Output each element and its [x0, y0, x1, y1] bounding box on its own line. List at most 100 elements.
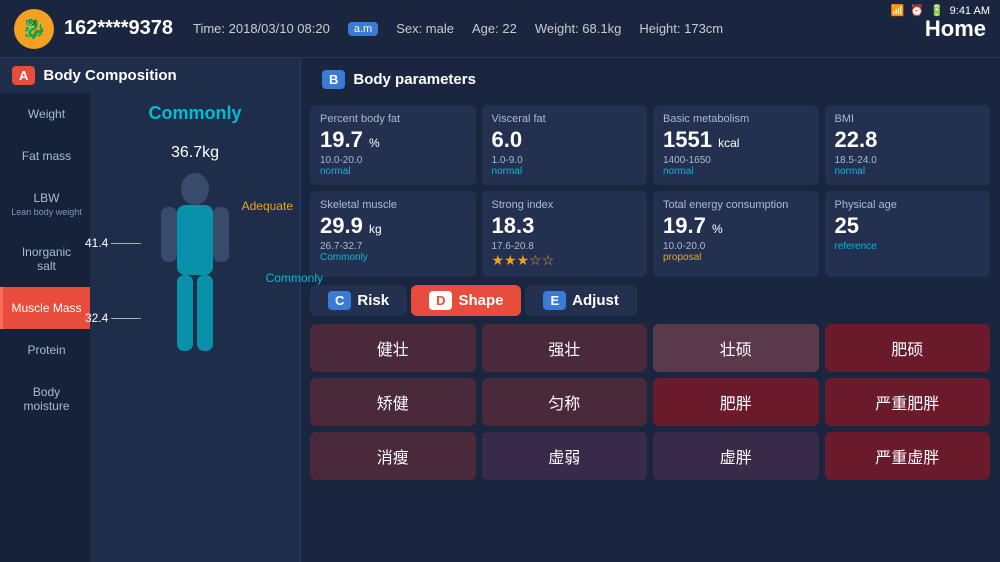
param-range-0: 10.0-20.0	[320, 155, 466, 166]
param-value-7: 25	[835, 213, 981, 239]
params-grid: Percent body fat 19.7 % 10.0-20.0 normal…	[310, 105, 990, 277]
param-title-2: Basic metabolism	[663, 113, 809, 125]
app-logo: 🐉	[14, 9, 54, 49]
marker-32: 32.4	[85, 311, 141, 325]
tab-shape[interactable]: D Shape	[411, 285, 521, 316]
tab-badge-d: D	[429, 291, 452, 310]
param-value-1: 6.0	[492, 127, 638, 153]
tab-shape-label: Shape	[458, 292, 503, 309]
body-unit: kg	[202, 144, 219, 161]
header-height: Height: 173cm	[639, 21, 723, 36]
shape-cell-11[interactable]: 严重虚胖	[825, 432, 991, 480]
marker-41-value: 41.4	[85, 236, 108, 250]
wifi-icon: 📶	[891, 4, 905, 17]
marker-41: 41.4	[85, 236, 141, 250]
param-skeletal-muscle: Skeletal muscle 29.9 kg 26.7-32.7 Common…	[310, 191, 476, 277]
body-numeric: 36.7	[171, 144, 202, 161]
param-value-4: 29.9 kg	[320, 213, 466, 239]
param-value-0: 19.7 %	[320, 127, 466, 153]
nav-item-lbw-sub: Lean body weight	[11, 207, 82, 217]
adequate-label: Adequate	[242, 199, 293, 213]
param-title-7: Physical age	[835, 199, 981, 211]
shape-cell-8[interactable]: 消瘦	[310, 432, 476, 480]
param-range-4: 26.7-32.7	[320, 241, 466, 252]
shape-cell-4[interactable]: 矫健	[310, 378, 476, 426]
param-range-6: 10.0-20.0	[663, 241, 809, 252]
tab-adjust-label: Adjust	[572, 292, 619, 309]
param-stars: ★★★☆☆	[492, 252, 638, 269]
marker-32-value: 32.4	[85, 311, 108, 325]
shape-cell-2[interactable]: 壮硕	[653, 324, 819, 372]
nav-list: Weight Fat mass LBW Lean body weight Ino…	[0, 93, 90, 562]
param-status-2: normal	[663, 166, 809, 177]
param-value-2: 1551 kcal	[663, 127, 809, 153]
user-phone: 162****9378	[64, 17, 173, 40]
shape-cell-1[interactable]: 强壮	[482, 324, 648, 372]
body-commonly-label: Commonly	[148, 103, 241, 124]
shape-cell-9[interactable]: 虚弱	[482, 432, 648, 480]
param-status-4: Commonly	[320, 252, 466, 263]
param-status-7: reference	[835, 241, 981, 252]
param-value-5: 18.3	[492, 213, 638, 239]
status-bar: 📶 ⏰ 🔋 9:41 AM	[881, 0, 1000, 21]
human-silhouette	[155, 171, 235, 361]
param-title-4: Skeletal muscle	[320, 199, 466, 211]
tab-risk-label: Risk	[357, 292, 389, 309]
tabs-bar: C Risk D Shape E Adjust	[310, 285, 990, 316]
param-status-1: normal	[492, 166, 638, 177]
body-params-label: Body parameters	[353, 71, 476, 88]
nav-item-moisture[interactable]: Body moisture	[0, 371, 90, 427]
header-weight: Weight: 68.1kg	[535, 21, 621, 36]
param-range-2: 1400-1650	[663, 155, 809, 166]
param-total-energy: Total energy consumption 19.7 % 10.0-20.…	[653, 191, 819, 277]
param-percent-body-fat: Percent body fat 19.7 % 10.0-20.0 normal	[310, 105, 476, 185]
body-value-display: 36.7kg	[171, 128, 219, 165]
shape-cell-0[interactable]: 健壮	[310, 324, 476, 372]
param-bmi: BMI 22.8 18.5-24.0 normal	[825, 105, 991, 185]
body-visual: Commonly 36.7kg	[90, 93, 300, 562]
shape-cell-6[interactable]: 肥胖	[653, 378, 819, 426]
shape-grid: 健壮 强壮 壮硕 肥硕 矫健 匀称 肥胖 严重肥胖 消瘦 虚弱 虚胖 严重虚胖	[310, 324, 990, 480]
nav-item-weight[interactable]: Weight	[0, 93, 90, 135]
section-badge-b: B	[322, 70, 345, 89]
param-strong-index: Strong index 18.3 17.6-20.8 ★★★☆☆	[482, 191, 648, 277]
param-visceral-fat: Visceral fat 6.0 1.0-9.0 normal	[482, 105, 648, 185]
param-range-5: 17.6-20.8	[492, 241, 638, 252]
tab-risk[interactable]: C Risk	[310, 285, 407, 316]
nav-item-protein[interactable]: Protein	[0, 329, 90, 371]
body-params-title: B Body parameters	[310, 62, 990, 97]
header-info: Time: 2018/03/10 08:20 a.m Sex: male Age…	[193, 21, 723, 36]
tab-adjust[interactable]: E Adjust	[525, 285, 636, 316]
panel-divider	[300, 58, 301, 562]
shape-cell-5[interactable]: 匀称	[482, 378, 648, 426]
shape-cell-10[interactable]: 虚胖	[653, 432, 819, 480]
param-range-1: 1.0-9.0	[492, 155, 638, 166]
param-value-3: 22.8	[835, 127, 981, 153]
section-badge-a: A	[12, 66, 35, 85]
param-status-3: normal	[835, 166, 981, 177]
param-title-3: BMI	[835, 113, 981, 125]
param-range-3: 18.5-24.0	[835, 155, 981, 166]
param-title-5: Strong index	[492, 199, 638, 211]
param-status-6: proposal	[663, 252, 809, 263]
param-physical-age: Physical age 25 reference	[825, 191, 991, 277]
main-content: A Body Composition Weight Fat mass LBW L…	[0, 58, 1000, 562]
battery-icon: 🔋	[930, 4, 944, 17]
param-value-6: 19.7 %	[663, 213, 809, 239]
param-basic-metabolism: Basic metabolism 1551 kcal 1400-1650 nor…	[653, 105, 819, 185]
tab-badge-c: C	[328, 291, 351, 310]
tabs-section: C Risk D Shape E Adjust 健壮 强壮 壮硕 肥硕 矫健	[310, 285, 990, 558]
param-title-0: Percent body fat	[320, 113, 466, 125]
param-status-0: normal	[320, 166, 466, 177]
param-title-1: Visceral fat	[492, 113, 638, 125]
nav-item-muscle[interactable]: Muscle Mass	[0, 287, 90, 329]
nav-item-lbw[interactable]: LBW Lean body weight	[0, 177, 90, 231]
header-sex: Sex: male	[396, 21, 454, 36]
nav-item-inorganic[interactable]: Inorganic salt	[0, 231, 90, 287]
mid-commonly-label: Commonly	[266, 271, 323, 285]
body-composition-title: A Body Composition	[0, 58, 300, 93]
nav-item-fatmass[interactable]: Fat mass	[0, 135, 90, 177]
shape-cell-7[interactable]: 严重肥胖	[825, 378, 991, 426]
shape-cell-3[interactable]: 肥硕	[825, 324, 991, 372]
header-time: Time: 2018/03/10 08:20	[193, 21, 330, 36]
